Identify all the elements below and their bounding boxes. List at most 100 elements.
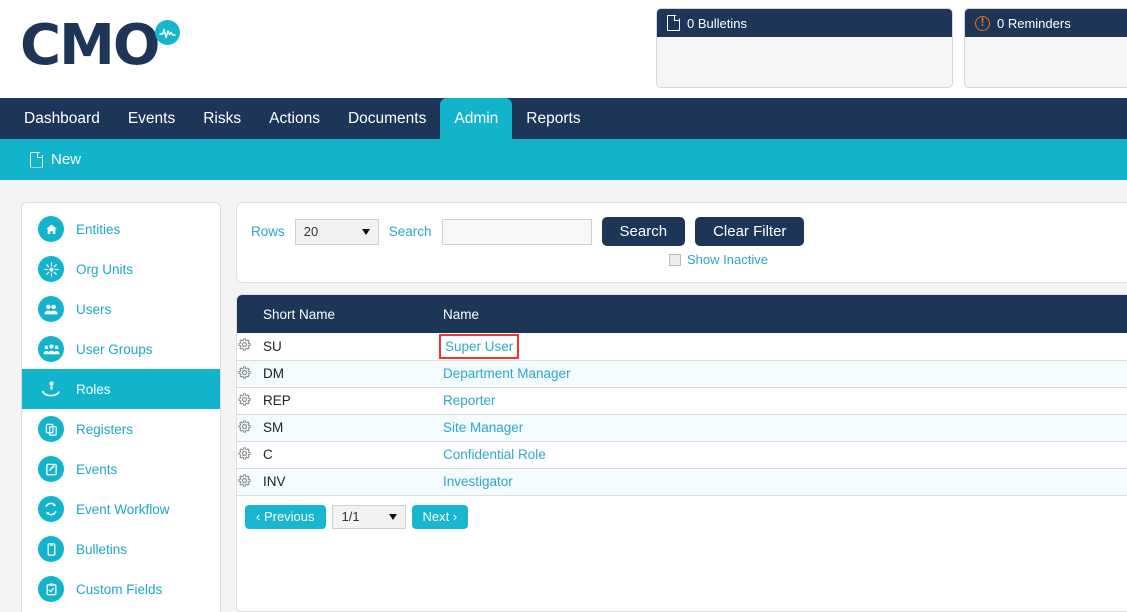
row-actions-cell[interactable] [237, 333, 263, 361]
sidebar-item-org-units[interactable]: Org Units [22, 249, 220, 289]
sidebar-item-entities[interactable]: Entities [22, 209, 220, 249]
col-header-short-name: Short Name [263, 295, 443, 333]
brand-logo[interactable]: CMO [20, 13, 181, 78]
row-actions-cell[interactable] [237, 468, 263, 496]
page-select[interactable]: 1/1 [331, 504, 406, 529]
roles-table: Short Name Name SU Super User DM Departm… [237, 295, 1127, 496]
role-link-investigator[interactable]: Investigator [443, 474, 513, 489]
gear-icon [238, 365, 251, 379]
bulletins-panel-header: 0 Bulletins [657, 9, 952, 37]
show-inactive-label: Show Inactive [687, 252, 768, 267]
clear-filter-button[interactable]: Clear Filter [695, 217, 805, 246]
content-area: Entities Org Units Users User Groups Rol… [0, 180, 1127, 612]
table-row[interactable]: SM Site Manager [237, 414, 1127, 442]
sidebar-item-registers[interactable]: Registers [22, 409, 220, 449]
rows-select-value: 20 [303, 224, 319, 239]
role-link-confidential-role[interactable]: Confidential Role [443, 447, 546, 462]
show-inactive-row[interactable]: Show Inactive [669, 252, 768, 267]
pulse-icon [155, 20, 181, 45]
row-actions-cell[interactable] [237, 360, 263, 388]
roles-table-panel: Short Name Name SU Super User DM Departm… [236, 294, 1127, 612]
bulletins-icon [38, 536, 64, 562]
rows-label: Rows [251, 224, 285, 239]
nav-item-reports[interactable]: Reports [512, 98, 594, 139]
gear-icon [238, 446, 251, 460]
table-header: Short Name Name [237, 295, 1127, 333]
sidebar-item-user-groups[interactable]: User Groups [22, 329, 220, 369]
sidebar-item-label: Org Units [76, 261, 134, 277]
rows-select[interactable]: 20 [294, 218, 379, 245]
custom-fields-icon [38, 576, 64, 602]
row-actions-cell[interactable] [237, 441, 263, 469]
cell-short-name: SM [263, 414, 443, 442]
sidebar-item-events[interactable]: Events [22, 449, 220, 489]
page-select-value: 1/1 [341, 509, 360, 524]
role-link-reporter[interactable]: Reporter [443, 393, 496, 408]
cell-short-name: C [263, 441, 443, 469]
table-row[interactable]: DM Department Manager [237, 360, 1127, 388]
nav-item-risks[interactable]: Risks [189, 98, 255, 139]
nav-list: Dashboard Events Risks Actions Documents… [0, 98, 1127, 139]
user-groups-icon [38, 336, 64, 362]
sidebar-item-bulletins[interactable]: Bulletins [22, 529, 220, 569]
cell-name: Department Manager [443, 360, 1127, 388]
col-header-name: Name [443, 295, 1127, 333]
app-root: CMO 0 Bulletins 0 Reminders Dashb [0, 0, 1127, 612]
role-link-site-manager[interactable]: Site Manager [443, 420, 523, 435]
cell-short-name: REP [263, 387, 443, 415]
nav-item-actions[interactable]: Actions [255, 98, 334, 139]
role-link-super-user[interactable]: Super User [438, 333, 520, 359]
gear-icon [238, 338, 251, 351]
new-button[interactable]: New [30, 139, 81, 180]
reminders-panel[interactable]: 0 Reminders [964, 8, 1127, 88]
chevron-down-icon [361, 228, 370, 235]
gear-icon [238, 419, 251, 433]
sidebar-item-users[interactable]: Users [22, 289, 220, 329]
cell-name: Confidential Role [443, 441, 1127, 469]
reminders-panel-title: 0 Reminders [997, 15, 1071, 31]
pagination: ‹ Previous 1/1 Next › [237, 496, 1127, 529]
table-row[interactable]: SU Super User [237, 333, 1127, 361]
table-row[interactable]: C Confidential Role [237, 441, 1127, 469]
sidebar-item-label: Users [76, 301, 112, 317]
cell-name: Investigator [443, 468, 1127, 496]
chevron-down-icon [388, 513, 397, 520]
bulletins-panel-body [657, 37, 952, 85]
admin-sidebar: Entities Org Units Users User Groups Rol… [21, 202, 221, 612]
sidebar-item-custom-fields[interactable]: Custom Fields [22, 569, 220, 609]
bulletins-panel[interactable]: 0 Bulletins [656, 8, 953, 88]
search-label: Search [388, 224, 432, 239]
next-page-button[interactable]: Next › [411, 504, 469, 529]
table-row[interactable]: REP Reporter [237, 387, 1127, 415]
row-actions-cell[interactable] [237, 414, 263, 442]
search-button[interactable]: Search [601, 217, 686, 246]
previous-page-button[interactable]: ‹ Previous [245, 504, 326, 529]
nav-item-documents[interactable]: Documents [334, 98, 440, 139]
sidebar-item-event-workflow[interactable]: Event Workflow [22, 489, 220, 529]
registers-icon [38, 416, 64, 442]
nav-item-admin[interactable]: Admin [440, 98, 513, 139]
nav-item-events[interactable]: Events [114, 98, 189, 139]
sidebar-item-label: User Groups [76, 341, 153, 357]
nav-item-dashboard[interactable]: Dashboard [10, 98, 114, 139]
role-link-department-manager[interactable]: Department Manager [443, 366, 571, 381]
table-body: SU Super User DM Department Manager REP … [237, 333, 1127, 496]
sub-toolbar: New [0, 139, 1127, 180]
roles-hand-icon [38, 376, 64, 402]
reminders-panel-body [965, 37, 1127, 85]
row-actions-cell[interactable] [237, 387, 263, 415]
brand-name: CMO [20, 13, 160, 78]
new-button-label: New [51, 151, 82, 168]
main-navigation: Dashboard Events Risks Actions Documents… [0, 98, 1127, 139]
sidebar-item-label: Roles [76, 381, 111, 397]
table-row[interactable]: INV Investigator [237, 468, 1127, 496]
cell-name: Site Manager [443, 414, 1127, 442]
search-input[interactable] [441, 218, 592, 245]
sidebar-item-roles[interactable]: Roles [22, 369, 220, 409]
gear-icon [238, 473, 251, 487]
alert-circle-icon [975, 14, 990, 31]
home-icon [38, 216, 64, 242]
document-icon [667, 15, 680, 31]
show-inactive-checkbox[interactable] [669, 253, 681, 266]
filter-panel: Rows 20 Search Search Clear Filter Show … [236, 202, 1127, 283]
